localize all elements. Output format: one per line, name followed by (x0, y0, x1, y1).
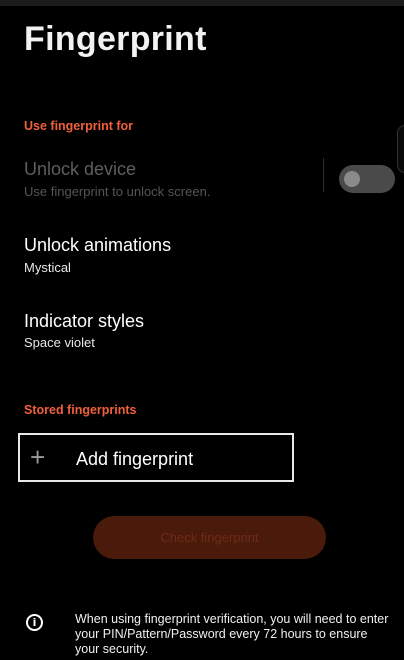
info-text: When using fingerprint verification, you… (75, 612, 389, 656)
add-fingerprint-label: Add fingerprint (76, 449, 194, 469)
row-divider (323, 158, 324, 192)
indicator-styles-value: Space violet (24, 335, 95, 350)
unlock-animations-value: Mystical (24, 260, 71, 275)
plus-icon: + (30, 442, 46, 472)
section-header-use-for: Use fingerprint for (24, 119, 134, 133)
section-header-stored: Stored fingerprints (24, 403, 137, 417)
status-bar-strip (0, 0, 404, 6)
page-title: Fingerprint (24, 20, 207, 58)
toggle-knob (344, 171, 360, 187)
edge-panel-handle[interactable] (397, 125, 404, 173)
unlock-animations-title: Unlock animations (24, 235, 172, 255)
unlock-device-subtitle: Use fingerprint to unlock screen. (24, 184, 211, 199)
add-fingerprint-button[interactable]: + Add fingerprint (18, 433, 294, 482)
unlock-device-title: Unlock device (24, 159, 137, 179)
check-fingerprint-button[interactable]: Check fingerprint (93, 516, 326, 559)
unlock-device-toggle[interactable] (339, 165, 395, 193)
info-icon: i (26, 614, 43, 631)
indicator-styles-title: Indicator styles (24, 311, 145, 331)
